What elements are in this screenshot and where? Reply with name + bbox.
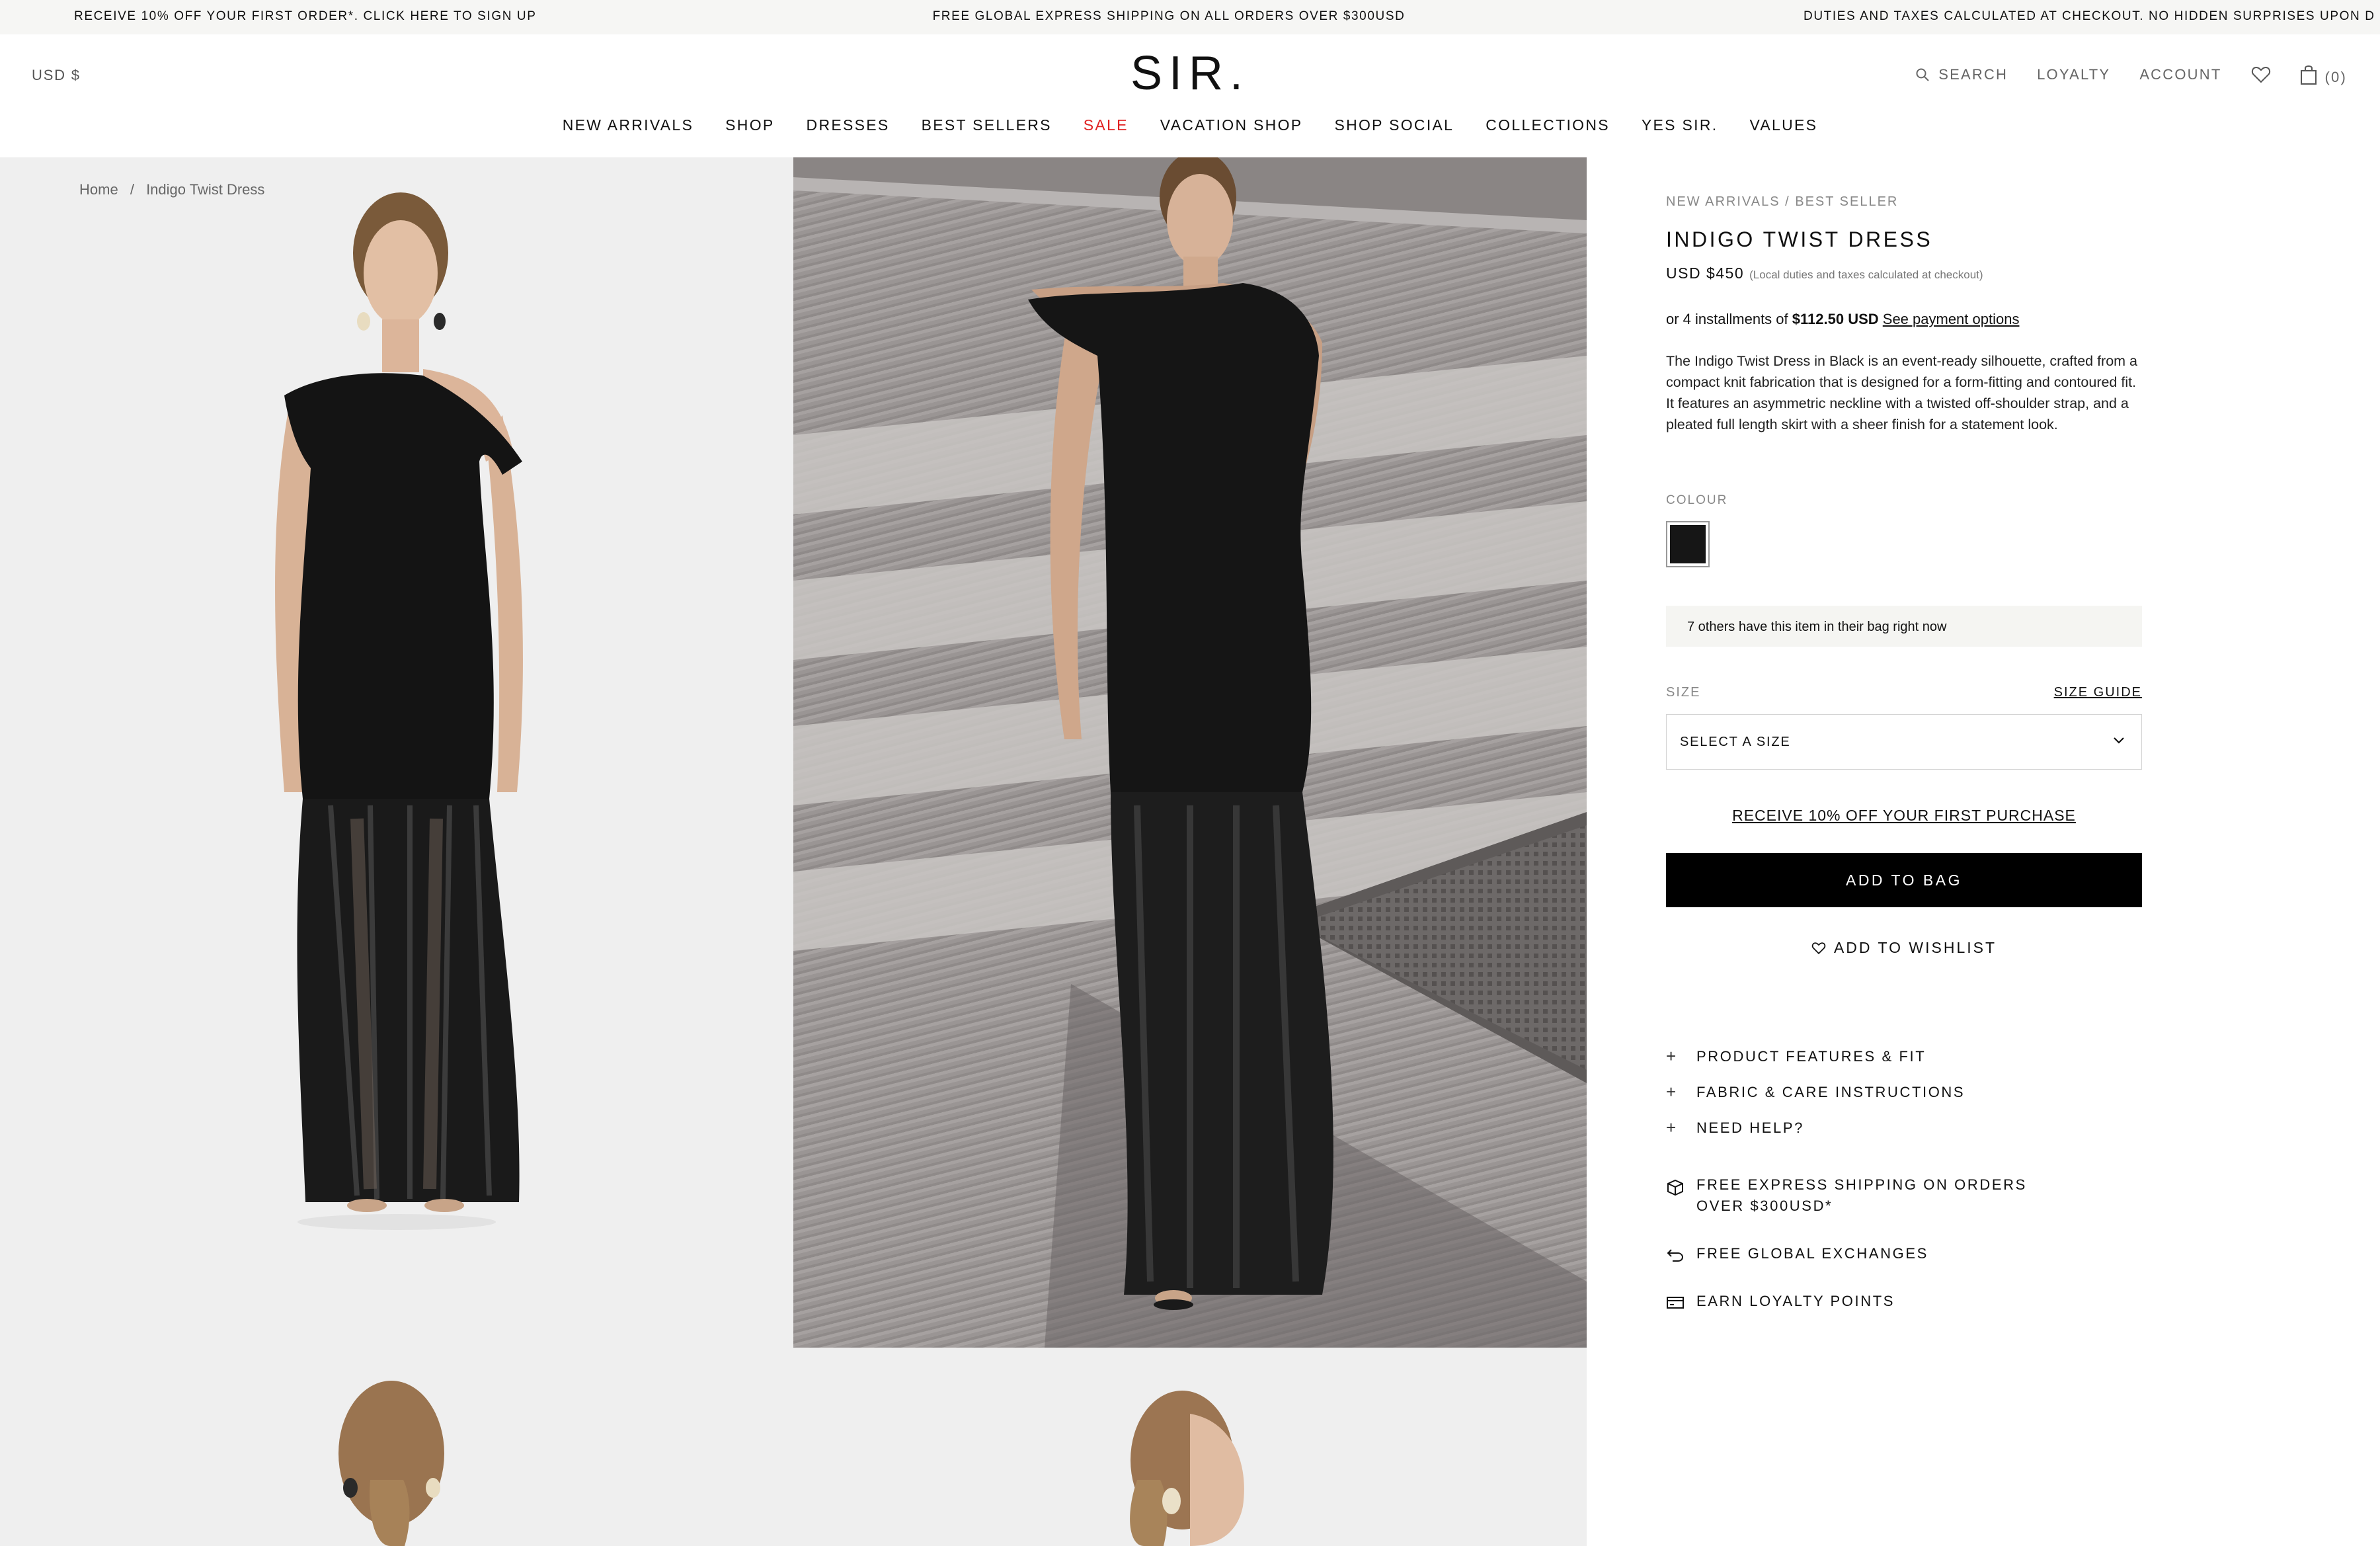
feature-global-exchanges: FREE GLOBAL EXCHANGES	[1666, 1243, 1928, 1269]
feature-free-shipping: FREE EXPRESS SHIPPING ON ORDERS OVER $30…	[1666, 1174, 2142, 1217]
price-note: (Local duties and taxes calculated at ch…	[1749, 268, 1983, 281]
add-to-wishlist-button[interactable]: ADD TO WISHLIST	[1666, 939, 2142, 957]
installments-amount: $112.50 USD	[1792, 311, 1879, 327]
nav-shop[interactable]: SHOP	[725, 116, 774, 134]
card-icon	[1666, 1291, 1696, 1316]
nav-yes-sir[interactable]: YES SIR.	[1642, 116, 1718, 134]
breadcrumb-separator: /	[130, 181, 134, 198]
plus-icon: +	[1666, 1082, 1678, 1102]
feature-label: FREE EXPRESS SHIPPING ON ORDERS OVER $30…	[1696, 1176, 2027, 1214]
nav-vacation-shop[interactable]: VACATION SHOP	[1160, 116, 1303, 134]
nav-collections[interactable]: COLLECTIONS	[1486, 116, 1610, 134]
plus-icon: +	[1666, 1046, 1678, 1066]
accordion-label: PRODUCT FEATURES & FIT	[1696, 1047, 1926, 1065]
product-image-side[interactable]	[793, 1348, 1587, 1546]
swatch-fill	[1670, 525, 1706, 563]
feature-loyalty-points: EARN LOYALTY POINTS	[1666, 1291, 1895, 1316]
nav-dresses[interactable]: DRESSES	[807, 116, 890, 134]
size-select[interactable]: SELECT A SIZE	[1666, 714, 2142, 770]
return-icon	[1666, 1243, 1696, 1269]
colour-swatch-black[interactable]	[1666, 521, 1710, 567]
first-purchase-promo-link[interactable]: RECEIVE 10% OFF YOUR FIRST PURCHASE	[1666, 807, 2142, 825]
account-label: ACCOUNT	[2139, 66, 2222, 83]
breadcrumb: Home / Indigo Twist Dress	[79, 181, 272, 198]
nav-values[interactable]: VALUES	[1749, 116, 1817, 134]
installments-info: or 4 installments of $112.50 USD See pay…	[1666, 311, 2019, 328]
heart-icon	[2251, 66, 2270, 83]
plus-icon: +	[1666, 1118, 1678, 1137]
loyalty-link[interactable]: LOYALTY	[2037, 66, 2110, 83]
payment-options-link[interactable]: See payment options	[1883, 311, 2020, 327]
accordion-label: FABRIC & CARE INSTRUCTIONS	[1696, 1083, 1965, 1100]
product-image-street[interactable]	[793, 157, 1587, 1348]
accordion-fabric-care[interactable]: + FABRIC & CARE INSTRUCTIONS	[1666, 1082, 1965, 1102]
nav-sale[interactable]: SALE	[1084, 116, 1129, 134]
product-category-crumb[interactable]: NEW ARRIVALS / BEST SELLER	[1666, 194, 1898, 210]
product-image-back[interactable]	[0, 1348, 793, 1546]
product-price-row: USD $450 (Local duties and taxes calculat…	[1666, 264, 1983, 282]
cart-count: (0)	[2324, 69, 2347, 85]
loyalty-label: LOYALTY	[2037, 66, 2111, 83]
colour-label: COLOUR	[1666, 493, 1728, 507]
heart-icon	[1811, 942, 1826, 954]
announcement-duties: DUTIES AND TAXES CALCULATED AT CHECKOUT.…	[1804, 9, 2375, 23]
nav-best-sellers[interactable]: BEST SELLERS	[922, 116, 1052, 134]
product-description: The Indigo Twist Dress in Black is an ev…	[1666, 353, 2138, 432]
breadcrumb-current: Indigo Twist Dress	[146, 181, 265, 198]
nav-shop-social[interactable]: SHOP SOCIAL	[1334, 116, 1454, 134]
model-front-illustration	[275, 192, 523, 1230]
size-guide-link[interactable]: SIZE GUIDE	[2054, 685, 2142, 700]
feature-label: FREE GLOBAL EXCHANGES	[1696, 1245, 1928, 1262]
size-label: SIZE	[1666, 685, 1701, 700]
search-button[interactable]: SEARCH	[1915, 66, 2008, 83]
product-gallery: Home / Indigo Twist Dress	[0, 157, 1587, 1546]
bag-activity-notice: 7 others have this item in their bag rig…	[1666, 606, 2142, 647]
accordion-features-fit[interactable]: + PRODUCT FEATURES & FIT	[1666, 1046, 1926, 1067]
main-navigation: NEW ARRIVALS SHOP DRESSES BEST SELLERS S…	[0, 116, 2380, 134]
installments-prefix: or 4 installments of	[1666, 311, 1788, 327]
add-to-bag-button[interactable]: ADD TO BAG	[1666, 853, 2142, 907]
add-to-wishlist-label: ADD TO WISHLIST	[1833, 939, 1997, 956]
size-select-value: SELECT A SIZE	[1680, 735, 1791, 749]
accordion-label: NEED HELP?	[1696, 1119, 1804, 1136]
bag-icon	[2300, 65, 2317, 85]
breadcrumb-home[interactable]: Home	[79, 181, 118, 198]
site-header: USD $ SIR. SEARCH LOYALTY ACCOUNT (0) NE…	[0, 34, 2380, 157]
product-title: INDIGO TWIST DRESS	[1666, 227, 1933, 251]
cart-button[interactable]: (0)	[2300, 63, 2348, 86]
street-scene-illustration	[793, 157, 1587, 1348]
box-icon	[1666, 1174, 1696, 1203]
product-image-front[interactable]	[0, 157, 793, 1348]
search-label: SEARCH	[1938, 66, 2008, 83]
wishlist-button[interactable]	[2251, 65, 2271, 84]
model-back-illustration	[338, 1381, 444, 1546]
model-side-illustration	[1130, 1391, 1244, 1546]
account-link[interactable]: ACCOUNT	[2139, 66, 2221, 83]
header-utilities: SEARCH LOYALTY ACCOUNT (0)	[1885, 63, 2347, 86]
nav-new-arrivals[interactable]: NEW ARRIVALS	[563, 116, 694, 134]
announcement-bar: RECEIVE 10% OFF YOUR FIRST ORDER*. CLICK…	[0, 0, 2380, 34]
accordion-need-help[interactable]: + NEED HELP?	[1666, 1118, 1804, 1138]
search-icon	[1916, 68, 1929, 81]
chevron-down-icon	[2114, 737, 2124, 744]
feature-label: EARN LOYALTY POINTS	[1696, 1293, 1895, 1309]
product-price: USD $450	[1666, 264, 1745, 282]
